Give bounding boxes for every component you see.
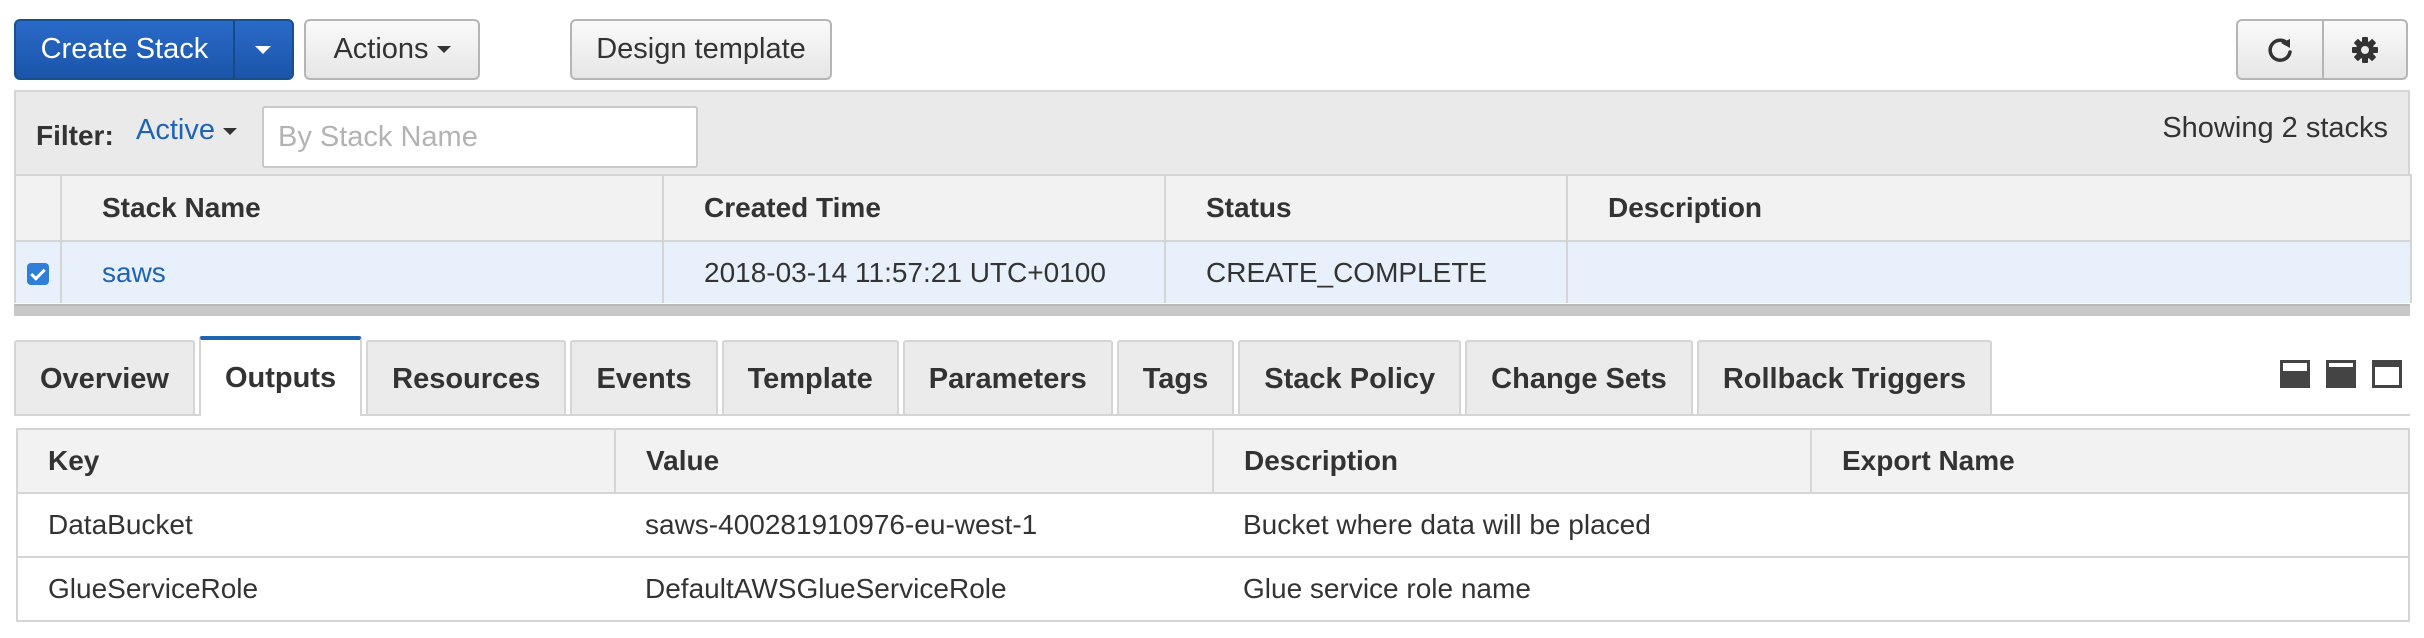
tab-overview[interactable]: Overview [14, 340, 195, 416]
caret-down-icon [222, 127, 237, 135]
table-row: GlueServiceRole DefaultAWSGlueServiceRol… [16, 557, 2410, 622]
column-header-description[interactable]: Description [1212, 428, 1812, 494]
output-key-cell: DataBucket [16, 493, 615, 558]
created-time-cell: 2018-03-14 11:57:21 UTC+0100 [662, 240, 1166, 303]
caret-down-icon [436, 46, 451, 53]
actions-label: Actions [333, 33, 429, 65]
create-stack-dropdown-toggle[interactable] [232, 21, 292, 78]
detail-tabs: Overview Outputs Resources Events Templa… [14, 336, 1996, 416]
row-checkbox[interactable] [27, 263, 49, 286]
table-row: DataBucket saws-400281910976-eu-west-1 B… [16, 493, 2410, 558]
tab-resources[interactable]: Resources [366, 340, 567, 416]
filter-bar: Filter: Active Showing 2 stacks [14, 90, 2410, 176]
filter-status-dropdown[interactable]: Active [136, 114, 237, 147]
output-export-name-cell [1811, 493, 2410, 558]
settings-button[interactable] [2321, 21, 2406, 78]
design-template-button[interactable]: Design template [570, 19, 832, 80]
output-value-cell: DefaultAWSGlueServiceRole [615, 557, 1213, 622]
tab-rollback-triggers[interactable]: Rollback Triggers [1696, 340, 1993, 416]
caret-down-icon [255, 45, 272, 54]
column-header-description[interactable]: Description [1566, 174, 2412, 242]
output-description-cell: Bucket where data will be placed [1213, 493, 1811, 558]
tab-events[interactable]: Events [570, 340, 718, 416]
column-header-created-time[interactable]: Created Time [662, 174, 1166, 242]
create-stack-button[interactable]: Create Stack [16, 21, 233, 78]
stack-name-search-input[interactable] [262, 106, 698, 168]
tabs-divider [14, 414, 2410, 416]
stack-name-cell: saws [60, 240, 664, 303]
pane-resize-handle[interactable] [14, 304, 2410, 316]
refresh-button[interactable] [2238, 21, 2322, 78]
output-export-name-cell [1811, 557, 2410, 622]
toolbar-icon-buttons [2236, 19, 2408, 80]
tab-tags[interactable]: Tags [1116, 340, 1235, 416]
column-header-export-name[interactable]: Export Name [1810, 428, 2410, 494]
layout-bottom-icon[interactable] [2280, 360, 2310, 388]
stack-name-link[interactable]: saws [102, 257, 166, 288]
column-header-value[interactable]: Value [614, 428, 1214, 494]
tab-template[interactable]: Template [721, 340, 899, 416]
select-column-header [14, 174, 62, 242]
tab-outputs[interactable]: Outputs [198, 336, 363, 416]
table-row[interactable]: saws 2018-03-14 11:57:21 UTC+0100 CREATE… [14, 240, 2412, 303]
stack-count-text: Showing 2 stacks [2162, 112, 2388, 144]
stacks-table-header: Stack Name Created Time Status Descripti… [14, 174, 2412, 242]
description-cell [1566, 240, 2412, 303]
row-select-cell [14, 240, 62, 303]
layout-top-icon[interactable] [2372, 360, 2402, 388]
tab-stack-policy[interactable]: Stack Policy [1238, 340, 1462, 416]
status-cell: CREATE_COMPLETE [1164, 240, 1568, 303]
output-key-cell: GlueServiceRole [16, 557, 615, 622]
filter-label: Filter: [36, 120, 114, 151]
layout-middle-icon[interactable] [2326, 360, 2356, 388]
tab-parameters[interactable]: Parameters [902, 340, 1113, 416]
column-header-stack-name[interactable]: Stack Name [60, 174, 664, 242]
outputs-table: Key Value Description Export Name DataBu… [16, 428, 2410, 622]
column-header-status[interactable]: Status [1164, 174, 1568, 242]
output-description-cell: Glue service role name [1213, 557, 1811, 622]
outputs-table-header: Key Value Description Export Name [16, 428, 2410, 494]
actions-button[interactable]: Actions [304, 19, 480, 80]
filter-status-value: Active [136, 114, 215, 146]
refresh-icon [2268, 38, 2292, 62]
column-header-key[interactable]: Key [16, 428, 616, 494]
pane-layout-controls [2280, 360, 2402, 388]
gear-icon [2351, 36, 2378, 63]
toolbar: Create Stack Actions Design template [0, 0, 2424, 90]
output-value-cell: saws-400281910976-eu-west-1 [615, 493, 1213, 558]
tab-change-sets[interactable]: Change Sets [1465, 340, 1693, 416]
create-stack-split-button: Create Stack [14, 19, 294, 80]
stacks-table: Stack Name Created Time Status Descripti… [14, 174, 2412, 303]
